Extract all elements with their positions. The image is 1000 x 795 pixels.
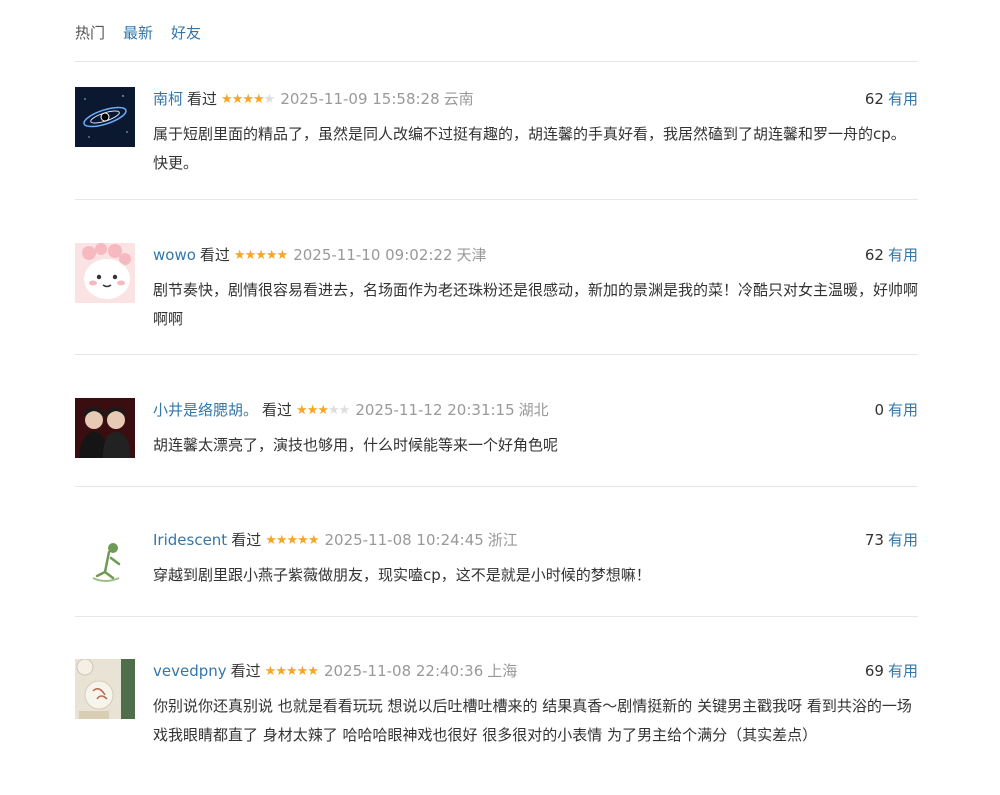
- username-link[interactable]: vevedpny: [153, 662, 227, 680]
- tab-hot[interactable]: 热门: [75, 22, 105, 44]
- comment-text: 你别说你还真别说 也就是看看玩玩 想说以后吐槽吐槽来的 结果真香～剧情挺新的 关…: [153, 697, 912, 744]
- comment-time: 2025-11-08 22:40:36: [323, 662, 484, 680]
- vote-area: 62 有用: [865, 87, 918, 111]
- username-link[interactable]: Iridescent: [153, 531, 227, 549]
- star-filled-icon: ★: [296, 664, 309, 679]
- comment-time: 2025-11-08 10:24:45: [324, 531, 484, 549]
- comment-location: 天津: [456, 246, 487, 264]
- vote-area: 69 有用: [865, 659, 918, 683]
- comment-text: 剧节奏快，剧情很容易看进去，名场面作为老还珠粉还是很感动，新加的景渊是我的菜！冷…: [153, 281, 919, 328]
- tab-latest[interactable]: 最新: [123, 22, 153, 44]
- star-filled-icon: ★: [275, 664, 287, 679]
- useful-button[interactable]: 有用: [888, 246, 918, 264]
- star-filled-icon: ★: [231, 92, 244, 107]
- comment-text: 胡连馨太漂亮了，演技也够用，什么时候能等来一个好角色呢: [153, 436, 559, 454]
- vote-count: 62: [864, 246, 884, 264]
- tab-friends[interactable]: 好友: [171, 22, 201, 44]
- star-filled-icon: ★: [297, 533, 309, 548]
- vote-count: 69: [864, 662, 884, 680]
- username-link[interactable]: 南柯: [153, 90, 183, 108]
- rating-stars: ★★★★★: [296, 399, 351, 423]
- star-filled-icon: ★: [264, 664, 277, 679]
- star-filled-icon: ★: [307, 664, 319, 679]
- comment-location: 云南: [443, 90, 474, 108]
- comment-location: 浙江: [487, 531, 518, 549]
- divider: [75, 616, 918, 617]
- star-filled-icon: ★: [244, 248, 257, 263]
- watch-status: 看过: [199, 246, 230, 264]
- avatar[interactable]: [75, 243, 135, 303]
- star-filled-icon: ★: [285, 664, 298, 679]
- avatar[interactable]: [75, 87, 135, 147]
- star-filled-icon: ★: [253, 92, 265, 107]
- divider: [75, 61, 918, 62]
- comment-meta: 小井是络腮胡。 看过 ★★★★★ 2025-11-12 20:31:15 湖北: [153, 398, 549, 422]
- comment-location: 湖北: [518, 401, 549, 419]
- comment-meta: Iridescent 看过 ★★★★★ 2025-11-08 10:24:45 浙江: [153, 528, 518, 552]
- comment-time: 2025-11-10 09:02:22: [293, 246, 453, 264]
- watch-status: 看过: [262, 401, 293, 419]
- comment-tabs: 热门 最新 好友: [75, 22, 201, 44]
- vote-count: 73: [864, 531, 884, 549]
- comment-time: 2025-11-12 20:31:15: [355, 401, 515, 419]
- star-filled-icon: ★: [276, 248, 289, 263]
- star-empty-icon: ★: [263, 92, 276, 107]
- watch-status: 看过: [230, 662, 261, 680]
- divider: [75, 486, 918, 487]
- divider: [75, 354, 918, 355]
- comment-meta: vevedpny 看过 ★★★★★ 2025-11-08 22:40:36 上海: [153, 659, 517, 683]
- rating-stars: ★★★★★: [264, 660, 319, 684]
- watch-status: 看过: [187, 90, 218, 108]
- vote-area: 62 有用: [865, 243, 918, 267]
- star-filled-icon: ★: [306, 403, 319, 418]
- comment-meta: 南柯 看过 ★★★★★ 2025-11-09 15:58:28 云南: [153, 87, 474, 111]
- comment-meta: wowo 看过 ★★★★★ 2025-11-10 09:02:22 天津: [153, 243, 487, 267]
- star-filled-icon: ★: [317, 403, 329, 418]
- star-filled-icon: ★: [265, 248, 278, 263]
- avatar[interactable]: [75, 398, 135, 458]
- useful-button[interactable]: 有用: [888, 662, 918, 680]
- avatar[interactable]: [75, 659, 135, 719]
- useful-button[interactable]: 有用: [888, 90, 918, 108]
- star-filled-icon: ★: [307, 533, 320, 548]
- star-filled-icon: ★: [296, 403, 308, 418]
- watch-status: 看过: [231, 531, 262, 549]
- star-filled-icon: ★: [286, 533, 299, 548]
- vote-area: 73 有用: [865, 528, 918, 552]
- star-filled-icon: ★: [242, 92, 254, 107]
- username-link[interactable]: 小井是络腮胡。: [153, 401, 258, 419]
- comment-time: 2025-11-09 15:58:28: [280, 90, 440, 108]
- rating-stars: ★★★★★: [265, 529, 320, 553]
- comment-text: 属于短剧里面的精品了，虽然是同人改编不过挺有趣的，胡连馨的手真好看，我居然磕到了…: [153, 125, 906, 172]
- divider: [75, 199, 918, 200]
- vote-area: 0 有用: [874, 398, 918, 422]
- star-filled-icon: ★: [265, 533, 277, 548]
- vote-count: 62: [864, 90, 884, 108]
- useful-button[interactable]: 有用: [888, 531, 918, 549]
- star-filled-icon: ★: [233, 248, 246, 263]
- rating-stars: ★★★★★: [221, 88, 276, 112]
- useful-button[interactable]: 有用: [888, 401, 918, 419]
- star-filled-icon: ★: [221, 92, 233, 107]
- vote-count: 0: [874, 401, 884, 419]
- star-filled-icon: ★: [255, 248, 267, 263]
- rating-stars: ★★★★★: [233, 244, 289, 268]
- star-empty-icon: ★: [338, 403, 351, 418]
- star-filled-icon: ★: [275, 533, 288, 548]
- comment-text: 穿越到剧里跟小燕子紫薇做朋友，现实嗑cp，这不是就是小时候的梦想嘛！: [153, 566, 651, 584]
- username-link[interactable]: wowo: [153, 246, 196, 264]
- comment-location: 上海: [487, 662, 518, 680]
- avatar[interactable]: [75, 528, 135, 588]
- star-empty-icon: ★: [328, 403, 340, 418]
